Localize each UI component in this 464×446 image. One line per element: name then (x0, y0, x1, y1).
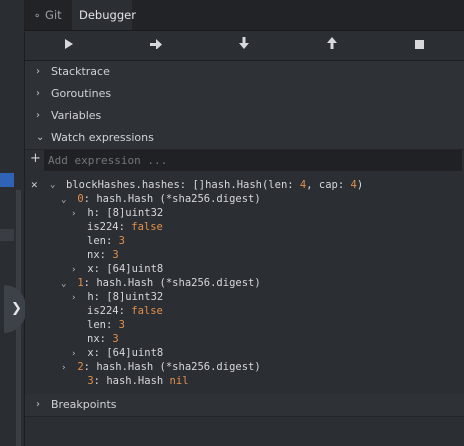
node-type: hash.Hash (*sha256.digest) (96, 361, 261, 373)
leaf-value: 3 (118, 319, 125, 331)
tab-bar: ⚬ Git Debugger (25, 0, 464, 31)
tree-leaf: is224: false (87, 221, 163, 233)
section-variables[interactable]: › Variables (25, 105, 464, 128)
chevron-right-icon: › (71, 265, 77, 275)
leaf-name: nx (87, 249, 100, 261)
node-type: hash.Hash (*sha256.digest) (96, 193, 261, 205)
chevron-right-icon: › (71, 349, 77, 359)
leaf-value: 3 (112, 249, 119, 261)
leaf-name: is224 (87, 221, 119, 233)
tree-leaf: len: 3 (87, 235, 125, 247)
highlighted-line-marker (0, 229, 14, 241)
section-stacktrace-label: Stacktrace (51, 65, 110, 78)
add-expression-row: + (25, 150, 464, 172)
tree-leaf: len: 3 (87, 319, 125, 331)
chevron-right-icon: › (61, 363, 67, 373)
node-type: hash.Hash (*sha256.digest) (96, 277, 261, 289)
chevron-down-icon: ⌄ (36, 132, 45, 143)
step-over-icon[interactable] (148, 37, 164, 53)
debugger-panel: ⚬ Git Debugger › Stacktrace › Goroutines… (25, 0, 464, 446)
leaf-value: 3 (118, 235, 125, 247)
tree-node[interactable]: › h: [8]uint32 (71, 206, 163, 220)
node-type: hash.Hash (106, 375, 164, 387)
chevron-right-icon: ❯ (11, 301, 22, 316)
selected-line-marker (0, 173, 14, 187)
leaf-value: false (131, 221, 163, 233)
watch-root-cap-text: , cap: (306, 179, 351, 191)
node-type: [8]uint32 (106, 207, 164, 219)
watch-root-type: []hash.Hash(len: (192, 179, 300, 191)
section-watch-expressions[interactable]: ⌄ Watch expressions (25, 127, 464, 150)
chevron-right-icon: › (36, 399, 40, 410)
add-expression-input[interactable] (44, 150, 462, 171)
tree-node[interactable]: ⌄ 1: hash.Hash (*sha256.digest) (61, 276, 261, 290)
git-icon: ⚬ (33, 11, 42, 22)
section-breakpoints-label: Breakpoints (51, 398, 117, 411)
left-pane-strip (0, 0, 25, 446)
chevron-down-icon[interactable]: ⌄ (50, 178, 60, 192)
tab-git[interactable]: ⚬ Git (33, 0, 62, 30)
tree-leaf: 3: hash.Hash nil (87, 375, 189, 387)
tree-node[interactable]: › x: [64]uint8 (71, 346, 163, 360)
section-breakpoints[interactable]: › Breakpoints (25, 394, 464, 417)
plus-icon[interactable]: + (30, 151, 41, 166)
tree-node[interactable]: › h: [8]uint32 (71, 290, 163, 304)
leaf-value: nil (169, 375, 189, 387)
leaf-name: len (87, 319, 106, 331)
watch-root-close: ) (356, 179, 364, 191)
tree-leaf: nx: 3 (87, 249, 119, 261)
play-icon[interactable] (61, 37, 77, 53)
section-variables-label: Variables (51, 109, 102, 122)
chevron-right-icon: › (36, 88, 40, 99)
node-type: [8]uint32 (106, 291, 164, 303)
node-type: [64]uint8 (106, 347, 164, 359)
tree-node[interactable]: ⌄ 0: hash.Hash (*sha256.digest) (61, 192, 261, 206)
leaf-name: is224 (87, 305, 119, 317)
debug-controls (25, 31, 464, 61)
tab-debugger[interactable]: Debugger (72, 0, 136, 30)
chevron-right-icon: › (36, 110, 40, 121)
tree-leaf: nx: 3 (87, 333, 119, 345)
chevron-right-icon: › (36, 66, 40, 77)
tab-debugger-label: Debugger (79, 8, 136, 22)
node-type: [64]uint8 (106, 263, 164, 275)
chevron-down-icon: ⌄ (61, 279, 67, 289)
watch-tree: ✕ ⌄ blockHashes.hashes: []hash.Hash(len:… (31, 178, 364, 387)
chevron-right-icon: › (71, 293, 77, 303)
section-goroutines[interactable]: › Goroutines (25, 83, 464, 106)
leaf-value: 3 (112, 333, 119, 345)
close-icon[interactable]: ✕ (31, 178, 38, 192)
section-goroutines-label: Goroutines (51, 87, 112, 100)
chevron-right-icon: › (71, 209, 77, 219)
section-watch-label: Watch expressions (51, 131, 154, 144)
tree-node[interactable]: › 2: hash.Hash (*sha256.digest) (61, 360, 261, 374)
tab-git-label: Git (45, 8, 62, 22)
step-in-icon[interactable] (236, 37, 252, 53)
section-stacktrace[interactable]: › Stacktrace (25, 61, 464, 84)
tree-leaf: is224: false (87, 305, 163, 317)
leaf-value: false (131, 305, 163, 317)
tree-node[interactable]: › x: [64]uint8 (71, 262, 163, 276)
chevron-down-icon: ⌄ (61, 195, 67, 205)
stop-icon[interactable] (411, 37, 427, 53)
step-out-icon[interactable] (324, 37, 340, 53)
watch-root-name: blockHashes.hashes (66, 179, 180, 191)
leaf-name: nx (87, 333, 100, 345)
leaf-name: len (87, 235, 106, 247)
